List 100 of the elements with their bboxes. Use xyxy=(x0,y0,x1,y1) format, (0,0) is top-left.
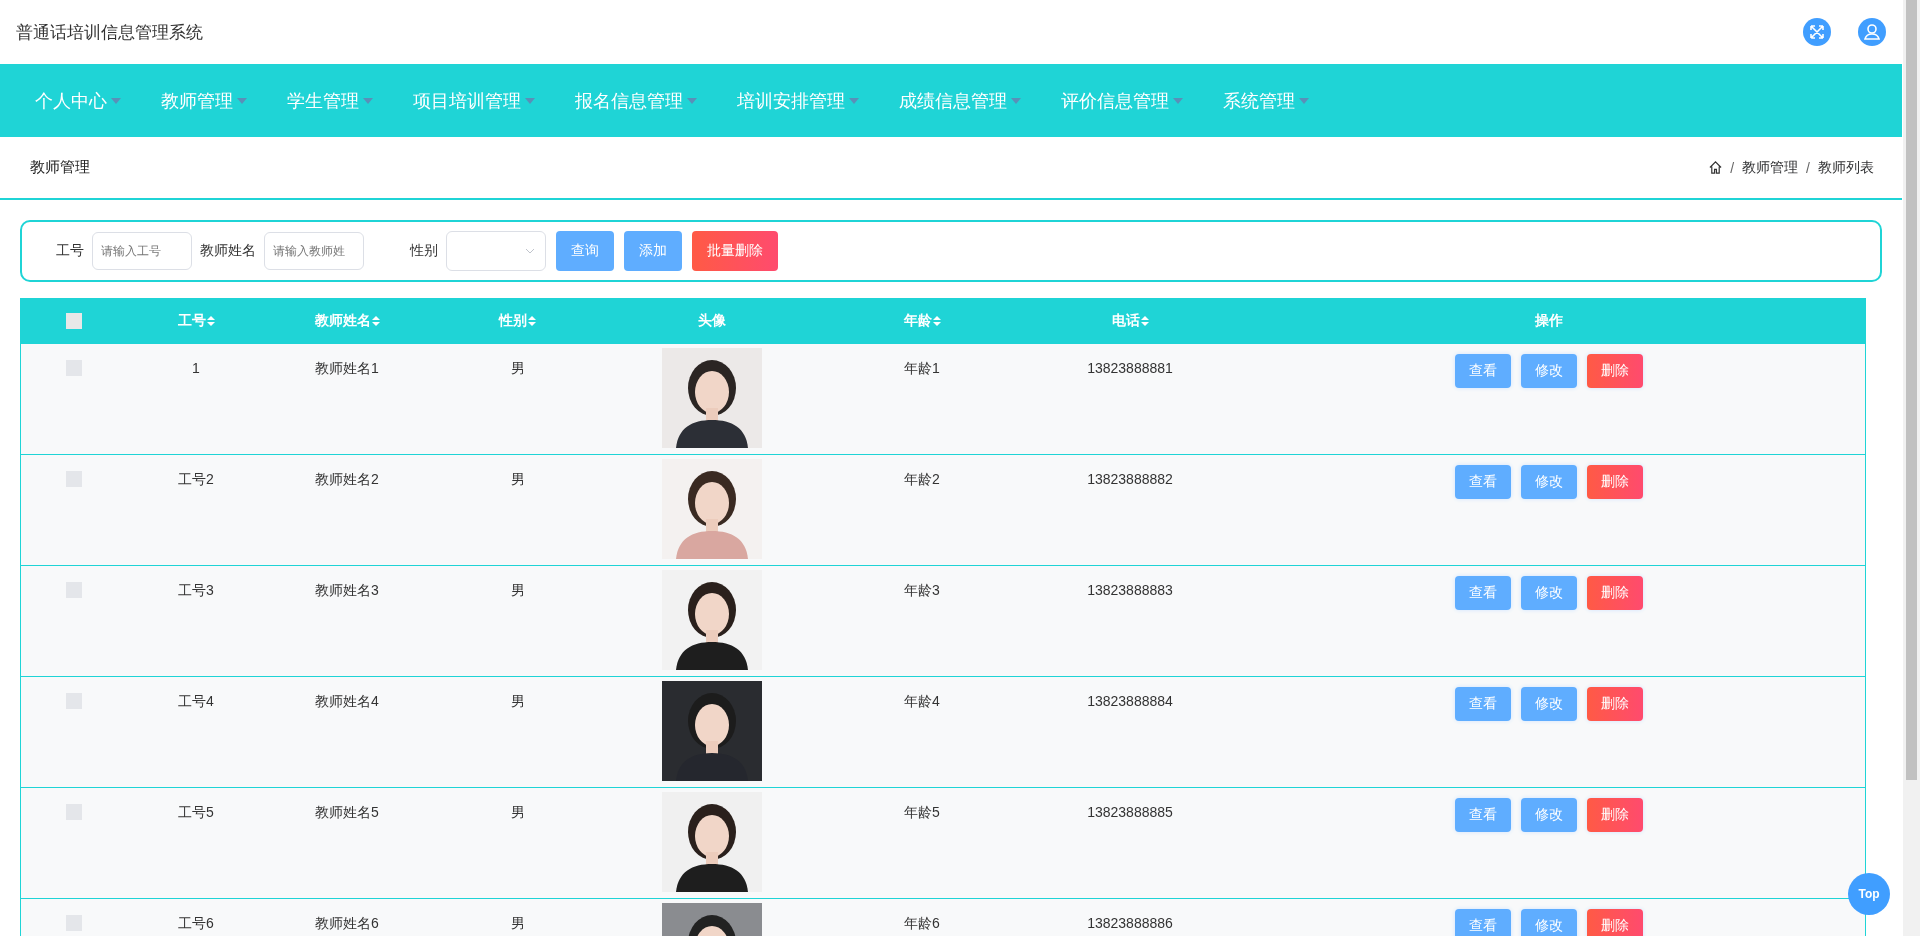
sort-icon[interactable] xyxy=(932,316,941,326)
home-icon[interactable] xyxy=(1709,161,1723,174)
table-cell: 男 xyxy=(510,693,525,711)
row-action-button[interactable]: 修改 xyxy=(1521,465,1577,499)
table-cell: 1 xyxy=(192,360,200,376)
table-cell: 男 xyxy=(510,804,525,822)
breadcrumb-item[interactable]: 教师列表 xyxy=(1818,158,1874,177)
field-label: 性别 xyxy=(410,242,438,260)
row-action-button[interactable]: 修改 xyxy=(1521,909,1577,936)
row-action-button[interactable]: 修改 xyxy=(1521,354,1577,388)
nav-menu-item[interactable]: 培训安排管理 xyxy=(737,88,845,113)
checkbox[interactable] xyxy=(65,313,82,329)
row-action-button[interactable]: 修改 xyxy=(1521,576,1577,610)
caret-icon[interactable] xyxy=(1299,97,1309,104)
table-cell: 13823888881 xyxy=(1087,360,1173,376)
table-cell: 教师姓名3 xyxy=(315,582,379,600)
table-cell: 工号5 xyxy=(178,804,214,822)
caret-icon[interactable] xyxy=(525,97,535,104)
table-cell: 教师姓名1 xyxy=(315,360,379,378)
table-cell: 13823888884 xyxy=(1087,693,1173,709)
field-label: 工号 xyxy=(56,242,84,260)
row-action-button[interactable]: 删除 xyxy=(1587,687,1643,721)
table-cell: 年龄6 xyxy=(904,915,940,933)
table-cell: 工号2 xyxy=(178,471,214,489)
row-action-button[interactable]: 查看 xyxy=(1455,909,1511,936)
column-header[interactable]: 工号 xyxy=(177,312,206,330)
search-button[interactable]: 批量删除 xyxy=(692,231,778,271)
breadcrumb-item[interactable]: 教师管理 xyxy=(1742,158,1799,177)
row-action-button[interactable]: 删除 xyxy=(1587,909,1643,936)
column-header[interactable]: 电话 xyxy=(1111,312,1140,330)
table-cell: 男 xyxy=(510,360,525,378)
breadcrumb-separator: / xyxy=(1729,159,1736,176)
nav-menu-item[interactable]: 学生管理 xyxy=(287,88,359,113)
table-cell: 男 xyxy=(510,582,525,600)
table-cell: 年龄5 xyxy=(904,804,940,822)
nav-menu-item[interactable]: 评价信息管理 xyxy=(1061,88,1169,113)
select-field[interactable] xyxy=(446,231,546,271)
table-cell: 13823888885 xyxy=(1087,804,1173,820)
table-cell: 工号6 xyxy=(178,915,214,933)
input-field[interactable]: 请输入工号 xyxy=(92,232,192,270)
page-title: 教师管理 xyxy=(30,158,90,177)
caret-icon[interactable] xyxy=(687,97,697,104)
row-action-button[interactable]: 修改 xyxy=(1521,687,1577,721)
row-action-button[interactable]: 查看 xyxy=(1455,576,1511,610)
column-header[interactable]: 教师姓名 xyxy=(314,312,371,330)
table-cell: 13823888886 xyxy=(1087,915,1173,931)
row-action-button[interactable]: 删除 xyxy=(1587,798,1643,832)
column-header[interactable]: 性别 xyxy=(499,312,527,330)
sort-icon[interactable] xyxy=(528,316,536,326)
back-to-top-button[interactable]: Top xyxy=(1848,873,1890,915)
sort-icon[interactable] xyxy=(371,316,380,326)
table-cell: 年龄3 xyxy=(904,582,940,600)
caret-icon[interactable] xyxy=(363,97,373,104)
sort-icon[interactable] xyxy=(206,316,215,326)
chevron-icon[interactable] xyxy=(525,248,535,254)
nav-menu-item[interactable]: 教师管理 xyxy=(161,88,233,113)
input-field[interactable]: 请输入教师姓 xyxy=(264,232,364,270)
caret-icon[interactable] xyxy=(237,97,247,104)
column-header[interactable]: 头像 xyxy=(698,312,726,330)
row-action-button[interactable]: 查看 xyxy=(1455,798,1511,832)
row-action-button[interactable]: 删除 xyxy=(1587,576,1643,610)
field-label: 教师姓名 xyxy=(200,242,256,260)
app-title: 普通话培训信息管理系统 xyxy=(16,21,203,44)
row-action-button[interactable]: 修改 xyxy=(1521,798,1577,832)
row-action-button[interactable]: 查看 xyxy=(1455,687,1511,721)
fullscreen-icon[interactable] xyxy=(1803,18,1831,46)
row-action-button[interactable]: 删除 xyxy=(1587,465,1643,499)
user-icon[interactable] xyxy=(1858,18,1886,46)
nav-menu-item[interactable]: 成绩信息管理 xyxy=(899,88,1007,113)
row-action-button[interactable]: 删除 xyxy=(1587,354,1643,388)
table-cell: 教师姓名2 xyxy=(315,471,379,489)
table-cell: 男 xyxy=(510,915,525,933)
caret-icon[interactable] xyxy=(849,97,859,104)
table-cell: 教师姓名6 xyxy=(315,915,379,933)
caret-icon[interactable] xyxy=(111,97,121,104)
nav-menu-item[interactable]: 报名信息管理 xyxy=(575,88,683,113)
table-cell: 教师姓名5 xyxy=(315,804,379,822)
breadcrumb-separator: / xyxy=(1805,159,1811,176)
table-cell: 年龄2 xyxy=(904,471,940,489)
caret-icon[interactable] xyxy=(1173,97,1183,104)
search-button[interactable]: 添加 xyxy=(624,231,682,271)
column-header[interactable]: 年龄 xyxy=(903,312,932,330)
table-cell: 教师姓名4 xyxy=(315,693,379,711)
nav-menu-item[interactable]: 系统管理 xyxy=(1223,88,1295,113)
table-cell: 13823888882 xyxy=(1087,471,1173,487)
row-action-button[interactable]: 查看 xyxy=(1455,354,1511,388)
caret-icon[interactable] xyxy=(1011,97,1021,104)
scrollbar[interactable] xyxy=(1903,0,1920,936)
table-cell: 13823888883 xyxy=(1087,582,1173,598)
table-cell: 男 xyxy=(510,471,525,489)
sort-icon[interactable] xyxy=(1140,316,1149,326)
nav-menu-item[interactable]: 项目培训管理 xyxy=(413,88,521,113)
table-cell: 年龄1 xyxy=(904,360,940,378)
column-header[interactable]: 操作 xyxy=(1535,312,1563,330)
row-action-button[interactable]: 查看 xyxy=(1455,465,1511,499)
table-cell: 年龄4 xyxy=(904,693,940,711)
table-cell: 工号4 xyxy=(178,693,214,711)
table-cell: 工号3 xyxy=(178,582,214,600)
nav-menu-item[interactable]: 个人中心 xyxy=(35,88,107,113)
search-button[interactable]: 查询 xyxy=(556,231,614,271)
